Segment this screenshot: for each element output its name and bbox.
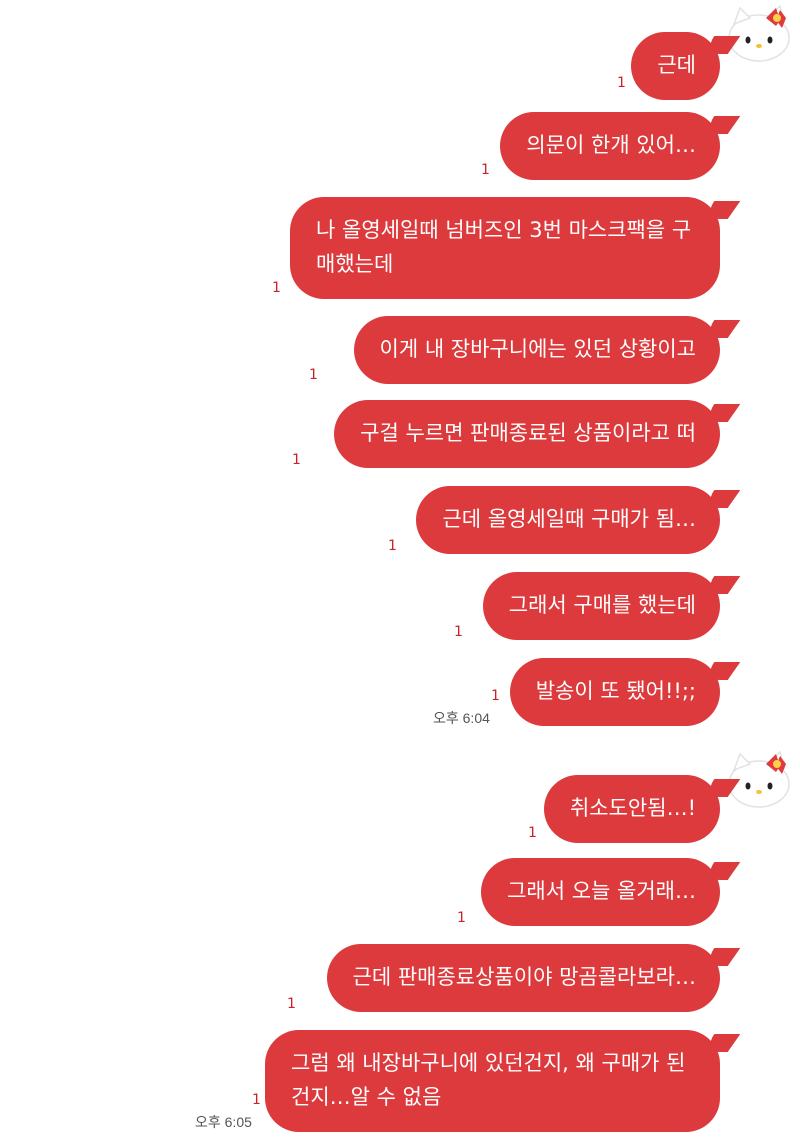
message-timestamp: 오후 6:05 [195,1114,252,1130]
message-text: 그럼 왜 내장바구니에 있던건지, 왜 구매가 된건지…알 수 없음 [291,1051,686,1109]
unread-count: 1 [287,996,296,1012]
message-text: 나 올영세일때 넘버즈인 3번 마스크팩을 구매했는데 [316,218,692,276]
message-text: 이게 내 장바구니에는 있던 상황이고 [379,337,697,361]
unread-count: 1 [388,538,397,554]
message-bubble[interactable]: 그럼 왜 내장바구니에 있던건지, 왜 구매가 된건지…알 수 없음 [265,1030,720,1132]
unread-count: 1 [457,910,466,926]
message-bubble[interactable]: 근데 올영세일때 구매가 됨… [416,486,720,554]
hello-kitty-avatar-icon[interactable] [726,2,792,64]
unread-count: 1 [528,825,537,841]
unread-count: 1 [491,688,500,704]
message-text: 근데 판매종료상품이야 망곰콜라보라… [352,965,696,989]
message-bubble[interactable]: 그래서 구매를 했는데 [482,572,720,640]
message-bubble[interactable]: 의문이 한개 있어… [500,112,720,180]
message-text: 발송이 또 됐어!!;; [535,679,696,703]
message-bubble[interactable]: 근데 판매종료상품이야 망곰콜라보라… [326,944,720,1012]
message-text: 그래서 오늘 올거래… [507,879,696,903]
message-text: 그래서 구매를 했는데 [508,593,696,617]
message-text: 구걸 누르면 판매종료된 상품이라고 떠 [360,421,696,445]
unread-count: 1 [617,75,626,91]
message-text: 근데 올영세일때 구매가 됨… [442,507,696,531]
message-bubble[interactable]: 나 올영세일때 넘버즈인 3번 마스크팩을 구매했는데 [290,197,720,299]
message-bubble[interactable]: 이게 내 장바구니에는 있던 상황이고 [353,316,720,384]
message-bubble[interactable]: 취소도안됨…! [543,775,720,843]
message-bubble[interactable]: 발송이 또 됐어!!;; [509,658,720,726]
message-text: 근데 [657,53,696,77]
unread-count: 1 [481,162,490,178]
message-bubble[interactable]: 그래서 오늘 올거래… [481,858,720,926]
message-text: 취소도안됨…! [569,796,696,820]
unread-count: 1 [454,624,463,640]
unread-count: 1 [292,452,301,468]
unread-count: 1 [272,280,281,296]
message-bubble[interactable]: 구걸 누르면 판매종료된 상품이라고 떠 [334,400,720,468]
message-text: 의문이 한개 있어… [526,133,696,157]
message-timestamp: 오후 6:04 [433,710,490,726]
unread-count: 1 [309,367,318,383]
unread-count: 1 [252,1092,261,1108]
message-bubble[interactable]: 근데 [631,32,720,100]
